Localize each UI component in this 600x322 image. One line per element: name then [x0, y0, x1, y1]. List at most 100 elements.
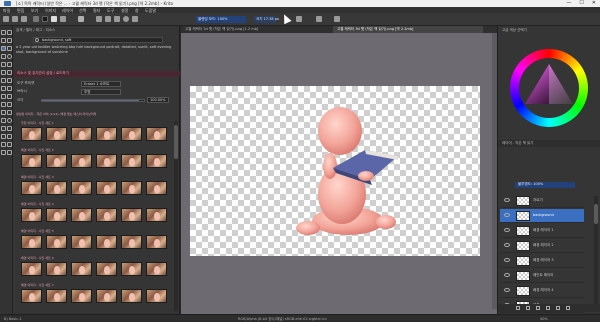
layer-row[interactable]: 배경 레이어 4: [500, 284, 584, 298]
image-thumbnail[interactable]: [46, 181, 67, 195]
save-icon[interactable]: [21, 16, 27, 22]
image-thumbnail[interactable]: [121, 289, 142, 303]
image-thumbnail[interactable]: [146, 262, 167, 276]
image-thumbnail[interactable]: [46, 235, 67, 249]
dynamic-brush-icon[interactable]: [1, 78, 6, 83]
layer-row[interactable]: 배경 레이어 2: [500, 239, 584, 253]
image-thumbnail[interactable]: [96, 127, 117, 141]
preserve-alpha-icon[interactable]: [105, 16, 111, 22]
ellipse-tool-icon[interactable]: [7, 54, 12, 59]
pan-tool-icon[interactable]: [7, 150, 12, 155]
image-thumbnail[interactable]: [146, 181, 167, 195]
image-thumbnail[interactable]: [96, 235, 117, 249]
image-thumbnail[interactable]: [46, 154, 67, 168]
wrap-around-icon[interactable]: [316, 16, 322, 22]
measure-tool-icon[interactable]: [7, 86, 12, 91]
image-thumbnail[interactable]: [121, 262, 142, 276]
visibility-eye-icon[interactable]: [504, 258, 510, 262]
minimize-button[interactable]: —: [566, 0, 571, 6]
image-thumbnail[interactable]: [121, 208, 142, 222]
duplicate-layer-icon[interactable]: [526, 306, 530, 310]
new-document-icon[interactable]: [3, 16, 9, 22]
rectangle-tool-icon[interactable]: [1, 54, 6, 59]
rect-select-icon[interactable]: [1, 118, 6, 123]
open-document-icon[interactable]: [12, 16, 18, 22]
maximize-button[interactable]: ☐: [579, 0, 583, 6]
brush-tool-icon[interactable]: [1, 46, 6, 51]
magnetic-select-icon[interactable]: [7, 142, 12, 147]
blend-mode-dropdown[interactable]: 블렌딩 모드: 100%: [196, 16, 246, 23]
image-thumbnail[interactable]: [146, 235, 167, 249]
image-thumbnail[interactable]: [21, 208, 42, 222]
move-up-icon[interactable]: [536, 306, 540, 310]
add-layer-icon[interactable]: [516, 306, 520, 310]
transform-tool-icon[interactable]: [1, 30, 6, 35]
image-thumbnail[interactable]: [146, 208, 167, 222]
visibility-eye-icon[interactable]: [504, 288, 510, 292]
gradient-icon[interactable]: [33, 16, 39, 22]
brush-preset-icon[interactable]: [78, 16, 84, 22]
layer-properties-icon[interactable]: [556, 306, 560, 310]
image-thumbnail[interactable]: [146, 154, 167, 168]
background-color-icon[interactable]: [51, 16, 57, 22]
color-triangle[interactable]: [519, 58, 579, 118]
gradient-tool-icon[interactable]: [7, 102, 12, 107]
layer-opacity-dropdown[interactable]: 불투명도: 100%: [515, 182, 575, 188]
image-thumbnail[interactable]: [21, 154, 42, 168]
delete-layer-icon[interactable]: [566, 306, 570, 310]
freehand-select-icon[interactable]: [7, 126, 12, 131]
line-tool-icon[interactable]: [7, 46, 12, 51]
color-picker-icon[interactable]: [1, 110, 6, 115]
foreground-color-icon[interactable]: [42, 16, 48, 22]
image-thumbnail[interactable]: [46, 262, 67, 276]
flip-icon[interactable]: [334, 16, 340, 22]
image-thumbnail[interactable]: [71, 289, 92, 303]
polygon-select-icon[interactable]: [1, 126, 6, 131]
status-zoom[interactable]: 40%: [540, 317, 548, 321]
image-thumbnail[interactable]: [21, 181, 42, 195]
image-thumbnail[interactable]: [121, 127, 142, 141]
crop-tool-icon[interactable]: [1, 38, 6, 43]
image-thumbnail[interactable]: [71, 235, 92, 249]
assistant-tool-icon[interactable]: [1, 86, 6, 91]
contiguous-select-icon[interactable]: [1, 134, 6, 139]
color-wheel[interactable]: [510, 49, 588, 127]
image-thumbnail[interactable]: [146, 127, 167, 141]
visibility-eye-icon[interactable]: [504, 228, 510, 232]
text-tool-icon[interactable]: [7, 38, 12, 43]
image-thumbnail[interactable]: [71, 262, 92, 276]
freehand-path-icon[interactable]: [7, 70, 12, 75]
scrollbar-knob[interactable]: [594, 204, 598, 224]
ellipse-select-icon[interactable]: [7, 118, 12, 123]
document-tab-2[interactable]: 고퀄 캐릭터 3d 펫 (작은 책 읽기).png [약 2.2mb]: [333, 26, 483, 33]
image-thumbnail[interactable]: [96, 154, 117, 168]
layer-scrollbar[interactable]: [594, 196, 598, 306]
bezier-select-icon[interactable]: [1, 142, 6, 147]
layer-row[interactable]: 페인트 레이어: [500, 269, 584, 283]
reference-tool-icon[interactable]: [1, 94, 6, 99]
polygon-tool-icon[interactable]: [1, 62, 6, 67]
image-thumbnail[interactable]: [46, 208, 67, 222]
layer-row[interactable]: 배경 레이어 3: [500, 254, 584, 268]
image-thumbnail[interactable]: [21, 127, 42, 141]
visibility-eye-icon[interactable]: [504, 213, 510, 217]
similar-select-icon[interactable]: [7, 134, 12, 139]
image-thumbnail[interactable]: [71, 154, 92, 168]
image-thumbnail[interactable]: [121, 235, 142, 249]
image-thumbnail[interactable]: [96, 262, 117, 276]
close-button[interactable]: ✕: [592, 0, 596, 6]
size-field[interactable]: 크기 17.38 px: [254, 16, 279, 23]
image-thumbnail[interactable]: [96, 289, 117, 303]
image-thumbnail[interactable]: [96, 181, 117, 195]
layer-row[interactable]: background: [500, 209, 584, 223]
image-thumbnail[interactable]: [21, 235, 42, 249]
visibility-eye-icon[interactable]: [504, 198, 510, 202]
document-tab-1[interactable]: 고퀄 캐릭터 3d 펫 (작은 책 읽기).png [1.2 mb]: [181, 26, 331, 33]
left-panel-scrollbar[interactable]: [174, 121, 178, 311]
smart-patch-icon[interactable]: [7, 94, 12, 99]
brush-dropdown[interactable]: 투명: [81, 89, 121, 95]
image-thumbnail[interactable]: [71, 181, 92, 195]
image-thumbnail[interactable]: [121, 154, 142, 168]
image-thumbnail[interactable]: [21, 262, 42, 276]
reload-preset-icon[interactable]: [114, 16, 120, 22]
